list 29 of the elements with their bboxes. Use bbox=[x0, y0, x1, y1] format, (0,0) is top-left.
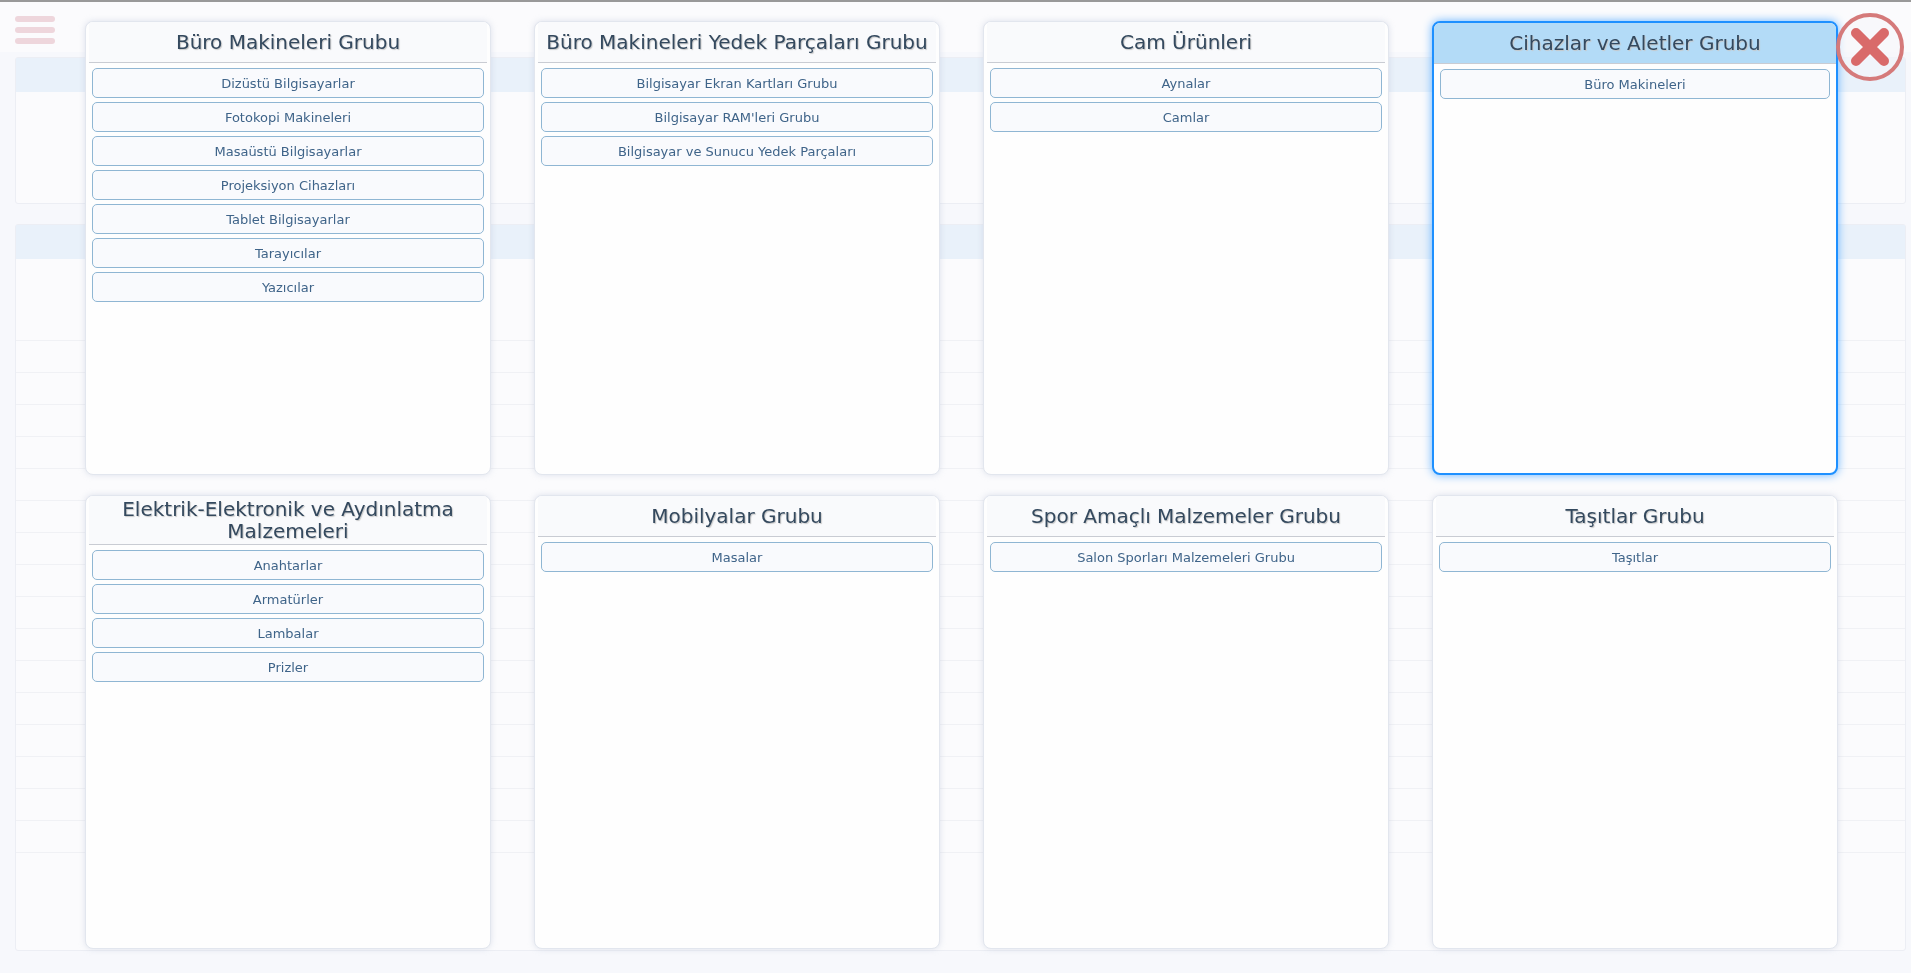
group-title: Cam Ürünleri bbox=[1120, 31, 1252, 53]
close-icon[interactable] bbox=[1835, 12, 1905, 82]
category-button[interactable]: Tarayıcılar bbox=[92, 238, 484, 268]
category-button[interactable]: Armatürler bbox=[92, 584, 484, 614]
category-button[interactable]: Dizüstü Bilgisayarlar bbox=[92, 68, 484, 98]
category-button[interactable]: Taşıtlar bbox=[1439, 542, 1831, 572]
category-button[interactable]: Anahtarlar bbox=[92, 550, 484, 580]
category-button[interactable]: Camlar bbox=[990, 102, 1382, 132]
group-title: Mobilyalar Grubu bbox=[651, 505, 823, 527]
category-button[interactable]: Bilgisayar ve Sunucu Yedek Parçaları bbox=[541, 136, 933, 166]
category-button[interactable]: Bilgisayar RAM'leri Grubu bbox=[541, 102, 933, 132]
category-button[interactable]: Aynalar bbox=[990, 68, 1382, 98]
category-button[interactable]: Tablet Bilgisayarlar bbox=[92, 204, 484, 234]
category-button[interactable]: Büro Makineleri bbox=[1440, 69, 1830, 99]
category-button[interactable]: Fotokopi Makineleri bbox=[92, 102, 484, 132]
category-button[interactable]: Yazıcılar bbox=[92, 272, 484, 302]
group-title: Taşıtlar Grubu bbox=[1565, 505, 1705, 527]
category-button[interactable]: Prizler bbox=[92, 652, 484, 682]
group-title: Elektrik-Elektronik ve Aydınlatma Malzemeleri bbox=[121, 498, 455, 542]
group-title: Spor Amaçlı Malzemeler Grubu bbox=[1031, 505, 1341, 527]
category-button[interactable]: Masalar bbox=[541, 542, 933, 572]
category-button[interactable]: Projeksiyon Cihazları bbox=[92, 170, 484, 200]
group-title: Büro Makineleri Yedek Parçaları Grubu bbox=[546, 31, 928, 53]
category-button[interactable]: Masaüstü Bilgisayarlar bbox=[92, 136, 484, 166]
category-button[interactable]: Lambalar bbox=[92, 618, 484, 648]
group-title: Büro Makineleri Grubu bbox=[175, 31, 401, 53]
category-button[interactable]: Salon Sporları Malzemeleri Grubu bbox=[990, 542, 1382, 572]
group-title: Cihazlar ve Aletler Grubu bbox=[1509, 32, 1761, 54]
category-button[interactable]: Bilgisayar Ekran Kartları Grubu bbox=[541, 68, 933, 98]
